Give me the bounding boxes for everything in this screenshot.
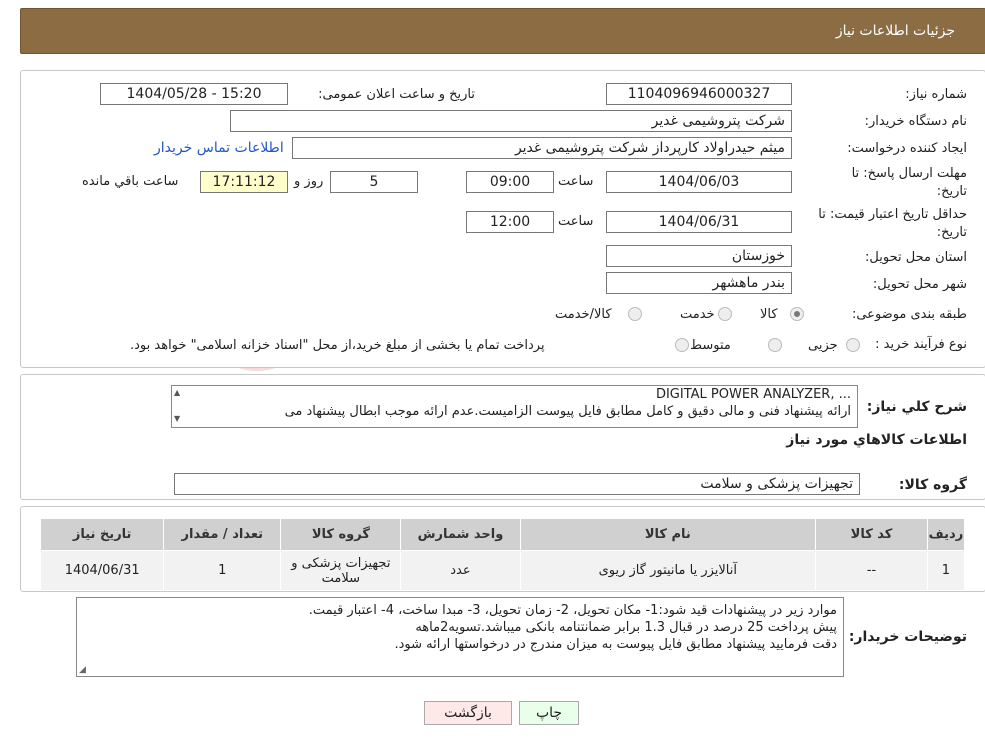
page-header: جزئیات اطلاعات نیاز — [20, 8, 985, 54]
description-line-2: ارائه پیشنهاد فنی و مالی دقیق و کامل مطا… — [284, 404, 851, 419]
goods-group-label: گروه کالا: — [898, 477, 967, 493]
page-title: جزئیات اطلاعات نیاز — [835, 23, 955, 39]
remaining-time-field: 17:11:12 — [200, 171, 288, 193]
col-unit: واحد شمارش — [400, 518, 521, 551]
description-label: شرح کلي نياز: — [866, 399, 967, 415]
buyer-notes-line-3: دقت فرمایید پیشنهاد مطابق فایل پیوست به … — [394, 637, 837, 652]
table-header-row: ردیف کد کالا نام کالا واحد شمارش گروه کا… — [39, 518, 966, 551]
cell-date: 1404/06/31 — [39, 550, 165, 591]
items-table: ردیف کد کالا نام کالا واحد شمارش گروه کا… — [39, 518, 966, 591]
resize-handle-icon[interactable]: ◢ — [79, 665, 86, 675]
col-name: نام کالا — [519, 518, 817, 551]
reply-deadline-label: مهلت ارسال پاسخ: تا — [851, 166, 967, 181]
buyer-contact-link[interactable]: اطلاعات تماس خریدار — [154, 140, 284, 156]
reply-deadline-label-2: تاریخ: — [936, 184, 967, 199]
validity-time-label: ساعت — [558, 214, 594, 229]
process-label: نوع فرآیند خرید : — [875, 337, 967, 352]
process-radio-medium[interactable] — [768, 338, 782, 352]
category-label: طبقه بندی موضوعی: — [851, 307, 967, 322]
col-code: کد کالا — [815, 518, 928, 551]
process-option-medium: متوسط — [690, 338, 731, 353]
cell-code: -- — [815, 550, 928, 591]
col-row: ردیف — [926, 518, 966, 551]
remaining-label: ساعت باقي مانده — [82, 174, 179, 189]
buyer-notes-textarea[interactable]: موارد زیر در پیشنهادات قید شود:1- مکان ت… — [76, 597, 844, 677]
goods-group-field: تجهیزات پزشکی و سلامت — [174, 473, 860, 495]
goods-section-title: اطلاعات کالاهاي مورد نياز — [786, 432, 967, 448]
province-label: استان محل تحویل: — [865, 250, 967, 265]
validity-label-2: تاریخ: — [936, 225, 967, 240]
process-option-minor: جزیی — [808, 338, 838, 353]
validity-time-field: 12:00 — [466, 211, 554, 233]
days-label: روز و — [294, 174, 324, 189]
category-radio-service[interactable] — [718, 307, 732, 321]
process-radio-treasury[interactable] — [675, 338, 689, 352]
back-button[interactable]: بازگشت — [424, 701, 512, 725]
reply-date-field: 1404/06/03 — [606, 171, 792, 193]
need-number-field: 1104096946000327 — [606, 83, 792, 105]
buyer-notes-label: توضیحات خریدار: — [848, 629, 967, 645]
category-option-goods: کالا — [760, 307, 778, 322]
validity-date-field: 1404/06/31 — [606, 211, 792, 233]
category-option-goods-service: کالا/خدمت — [555, 307, 612, 322]
creator-label: ایجاد کننده درخواست: — [847, 141, 967, 156]
creator-field: میثم حیدراولاد کارپرداز شرکت پتروشیمی غد… — [292, 137, 792, 159]
process-note: پرداخت تمام یا بخشی از مبلغ خرید،از محل … — [130, 338, 545, 353]
buyer-org-field: شرکت پتروشیمی غدیر — [230, 110, 792, 132]
process-radio-minor[interactable] — [846, 338, 860, 352]
announce-label: تاریخ و ساعت اعلان عمومی: — [318, 87, 475, 102]
category-radio-goods-service[interactable] — [628, 307, 642, 321]
table-row[interactable]: 1 -- آنالایزر یا مانیتور گاز ریوی عدد تج… — [39, 550, 966, 591]
buyer-notes-line-2: پیش پرداخت 25 درصد در قبال 1.3 برابر ضما… — [415, 620, 837, 635]
cell-row: 1 — [926, 550, 966, 591]
col-date: تاریخ نیاز — [39, 518, 165, 551]
category-radio-goods[interactable] — [790, 307, 804, 321]
cell-unit: عدد — [400, 550, 521, 591]
description-textarea[interactable]: DIGITAL POWER ANALYZER, ... ارائه پیشنها… — [171, 385, 858, 428]
description-line-1: DIGITAL POWER ANALYZER, ... — [655, 387, 851, 402]
category-option-service: خدمت — [680, 307, 715, 322]
need-number-label: شماره نیاز: — [905, 87, 967, 102]
print-button[interactable]: چاپ — [519, 701, 579, 725]
col-group: گروه کالا — [280, 518, 402, 551]
scroll-up-icon[interactable]: ▲ — [174, 388, 180, 397]
buyer-notes-line-1: موارد زیر در پیشنهادات قید شود:1- مکان ت… — [308, 603, 837, 618]
reply-time-field: 09:00 — [466, 171, 554, 193]
scroll-down-icon[interactable]: ▼ — [174, 414, 180, 423]
col-qty: تعداد / مقدار — [163, 518, 282, 551]
city-field: بندر ماهشهر — [606, 272, 792, 294]
cell-qty: 1 — [163, 550, 282, 591]
cell-group: تجهیزات پزشکی و سلامت — [280, 550, 402, 591]
buyer-org-label: نام دستگاه خریدار: — [864, 114, 967, 129]
cell-name: آنالایزر یا مانیتور گاز ریوی — [519, 550, 817, 591]
province-field: خوزستان — [606, 245, 792, 267]
days-field: 5 — [330, 171, 418, 193]
announce-field: 1404/05/28 - 15:20 — [100, 83, 288, 105]
reply-time-label: ساعت — [558, 174, 594, 189]
city-label: شهر محل تحویل: — [872, 277, 967, 292]
validity-label: حداقل تاریخ اعتبار قیمت: تا — [818, 207, 967, 222]
